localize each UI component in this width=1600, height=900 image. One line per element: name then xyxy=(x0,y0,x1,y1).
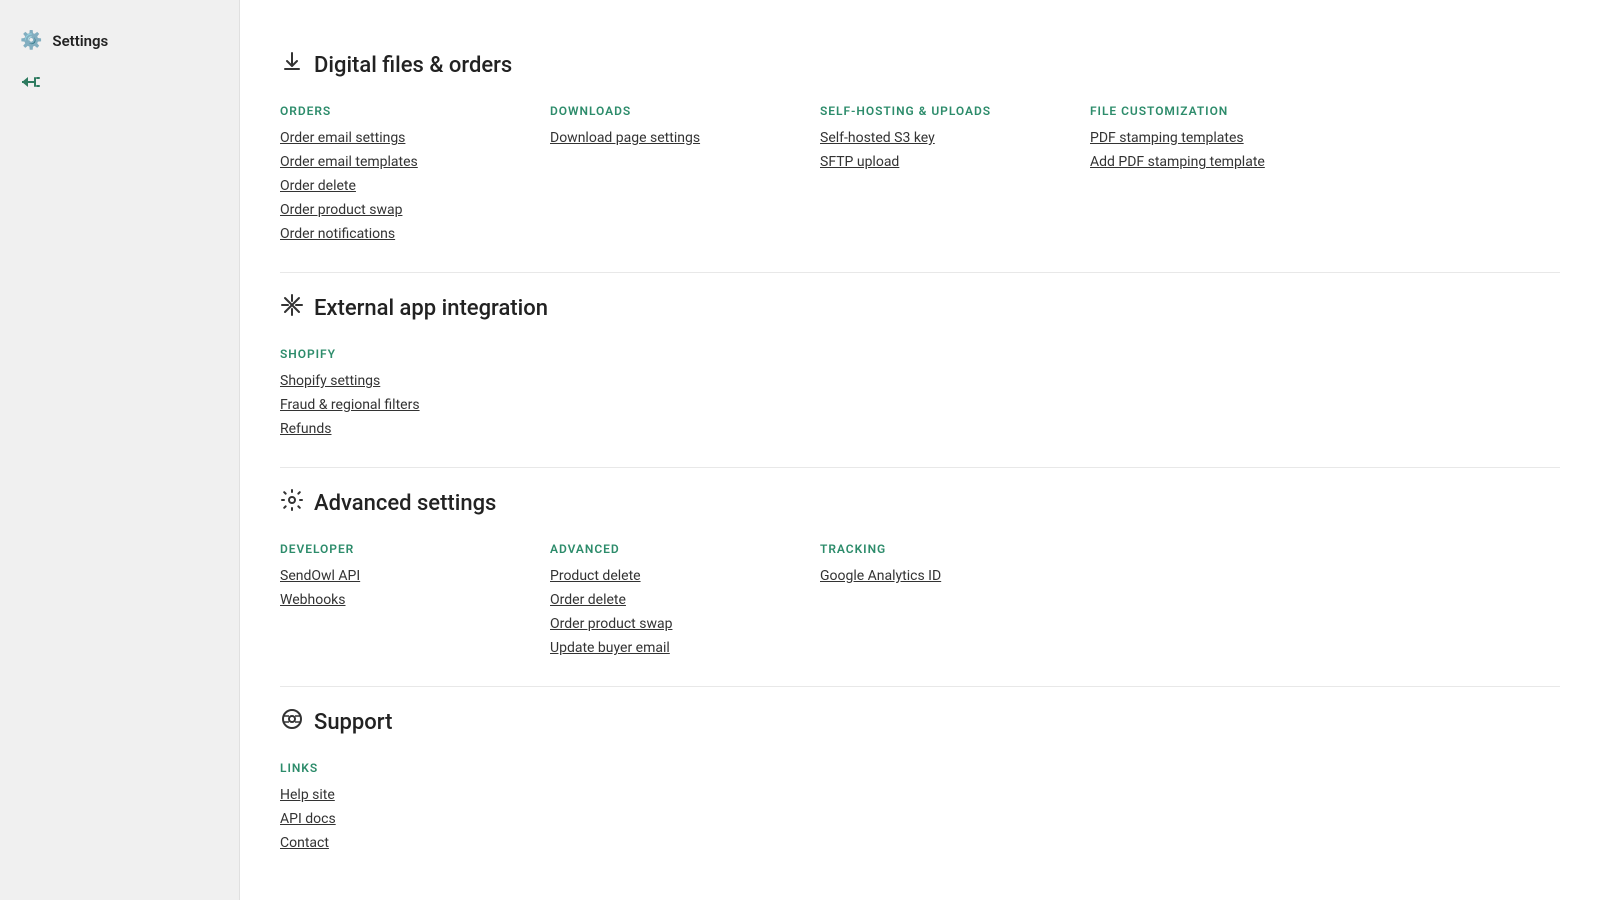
column-downloads: DOWNLOADS Download page settings xyxy=(550,104,810,242)
main-content: Digital files & orders ORDERS Order email … xyxy=(240,0,1600,900)
col-link-file-customization-0[interactable]: PDF stamping templates xyxy=(1090,130,1350,146)
section-title-support: Support xyxy=(280,707,1560,737)
section-icon-external-app-integration xyxy=(280,293,304,323)
col-links-file-customization: PDF stamping templates Add PDF stamping t… xyxy=(1090,130,1350,170)
col-link-advanced-3[interactable]: Update buyer email xyxy=(550,640,810,656)
columns-external-app-integration: SHOPIFY Shopify settings Fraud & regional … xyxy=(280,347,1560,437)
col-header-downloads: DOWNLOADS xyxy=(550,104,810,118)
section-advanced-settings: Advanced settings DEVELOPER SendOwl API Web… xyxy=(280,488,1560,687)
col-link-advanced-0[interactable]: Product delete xyxy=(550,568,810,584)
column-links: LINKS Help site API docs Contact xyxy=(280,761,540,851)
col-link-shopify-2[interactable]: Refunds xyxy=(280,421,540,437)
section-icon-digital-files-orders xyxy=(280,50,304,80)
col-links-links: Help site API docs Contact xyxy=(280,787,540,851)
sidebar-item-settings[interactable]: ⚙️ Settings xyxy=(0,20,239,61)
column-advanced: ADVANCED Product delete Order delete Order … xyxy=(550,542,810,656)
back-icon xyxy=(20,71,42,98)
col-header-file-customization: FILE CUSTOMIZATION xyxy=(1090,104,1350,118)
section-title-text-support: Support xyxy=(314,710,392,735)
column-file-customization: FILE CUSTOMIZATION PDF stamping templates… xyxy=(1090,104,1350,242)
col-link-orders-4[interactable]: Order notifications xyxy=(280,226,540,242)
col-header-tracking: TRACKING xyxy=(820,542,1080,556)
column-orders: ORDERS Order email settings Order email te… xyxy=(280,104,540,242)
column-self-hosting: SELF-HOSTING & UPLOADS Self-hosted S3 key… xyxy=(820,104,1080,242)
gear-icon: ⚙️ xyxy=(20,30,42,51)
col-link-advanced-2[interactable]: Order product swap xyxy=(550,616,810,632)
section-external-app-integration: External app integration SHOPIFY Shopify s… xyxy=(280,293,1560,468)
col-link-shopify-0[interactable]: Shopify settings xyxy=(280,373,540,389)
col-links-developer: SendOwl API Webhooks xyxy=(280,568,540,608)
col-link-links-0[interactable]: Help site xyxy=(280,787,540,803)
col-header-links: LINKS xyxy=(280,761,540,775)
col-links-shopify: Shopify settings Fraud & regional filters… xyxy=(280,373,540,437)
columns-support: LINKS Help site API docs Contact xyxy=(280,761,1560,851)
section-title-text-advanced-settings: Advanced settings xyxy=(314,491,496,516)
col-link-links-2[interactable]: Contact xyxy=(280,835,540,851)
section-support: Support LINKS Help site API docs Contact xyxy=(280,707,1560,881)
section-title-advanced-settings: Advanced settings xyxy=(280,488,1560,518)
col-link-tracking-0[interactable]: Google Analytics ID xyxy=(820,568,1080,584)
col-links-self-hosting: Self-hosted S3 key SFTP upload xyxy=(820,130,1080,170)
col-header-developer: DEVELOPER xyxy=(280,542,540,556)
section-title-text-digital-files-orders: Digital files & orders xyxy=(314,53,512,78)
section-icon-advanced-settings xyxy=(280,488,304,518)
col-link-downloads-0[interactable]: Download page settings xyxy=(550,130,810,146)
col-link-self-hosting-1[interactable]: SFTP upload xyxy=(820,154,1080,170)
col-header-orders: ORDERS xyxy=(280,104,540,118)
column-tracking: TRACKING Google Analytics ID xyxy=(820,542,1080,656)
col-links-downloads: Download page settings xyxy=(550,130,810,146)
col-header-shopify: SHOPIFY xyxy=(280,347,540,361)
col-link-orders-3[interactable]: Order product swap xyxy=(280,202,540,218)
col-link-orders-1[interactable]: Order email templates xyxy=(280,154,540,170)
sidebar: ⚙️ Settings xyxy=(0,0,240,900)
col-links-tracking: Google Analytics ID xyxy=(820,568,1080,584)
col-link-links-1[interactable]: API docs xyxy=(280,811,540,827)
section-icon-support xyxy=(280,707,304,737)
col-link-orders-0[interactable]: Order email settings xyxy=(280,130,540,146)
col-link-advanced-1[interactable]: Order delete xyxy=(550,592,810,608)
sidebar-item-back[interactable] xyxy=(0,61,239,108)
column-developer: DEVELOPER SendOwl API Webhooks xyxy=(280,542,540,656)
col-header-advanced: ADVANCED xyxy=(550,542,810,556)
sidebar-settings-label: Settings xyxy=(52,32,108,50)
columns-digital-files-orders: ORDERS Order email settings Order email te… xyxy=(280,104,1560,242)
columns-advanced-settings: DEVELOPER SendOwl API Webhooks ADVANCED Prod… xyxy=(280,542,1560,656)
section-title-external-app-integration: External app integration xyxy=(280,293,1560,323)
col-link-developer-1[interactable]: Webhooks xyxy=(280,592,540,608)
col-link-orders-2[interactable]: Order delete xyxy=(280,178,540,194)
col-links-orders: Order email settings Order email template… xyxy=(280,130,540,242)
section-title-digital-files-orders: Digital files & orders xyxy=(280,50,1560,80)
col-link-developer-0[interactable]: SendOwl API xyxy=(280,568,540,584)
section-title-text-external-app-integration: External app integration xyxy=(314,296,548,321)
col-link-self-hosting-0[interactable]: Self-hosted S3 key xyxy=(820,130,1080,146)
column-shopify: SHOPIFY Shopify settings Fraud & regional … xyxy=(280,347,540,437)
col-link-file-customization-1[interactable]: Add PDF stamping template xyxy=(1090,154,1350,170)
col-links-advanced: Product delete Order delete Order product … xyxy=(550,568,810,656)
col-header-self-hosting: SELF-HOSTING & UPLOADS xyxy=(820,104,1080,118)
col-link-shopify-1[interactable]: Fraud & regional filters xyxy=(280,397,540,413)
section-digital-files-orders: Digital files & orders ORDERS Order email … xyxy=(280,50,1560,273)
